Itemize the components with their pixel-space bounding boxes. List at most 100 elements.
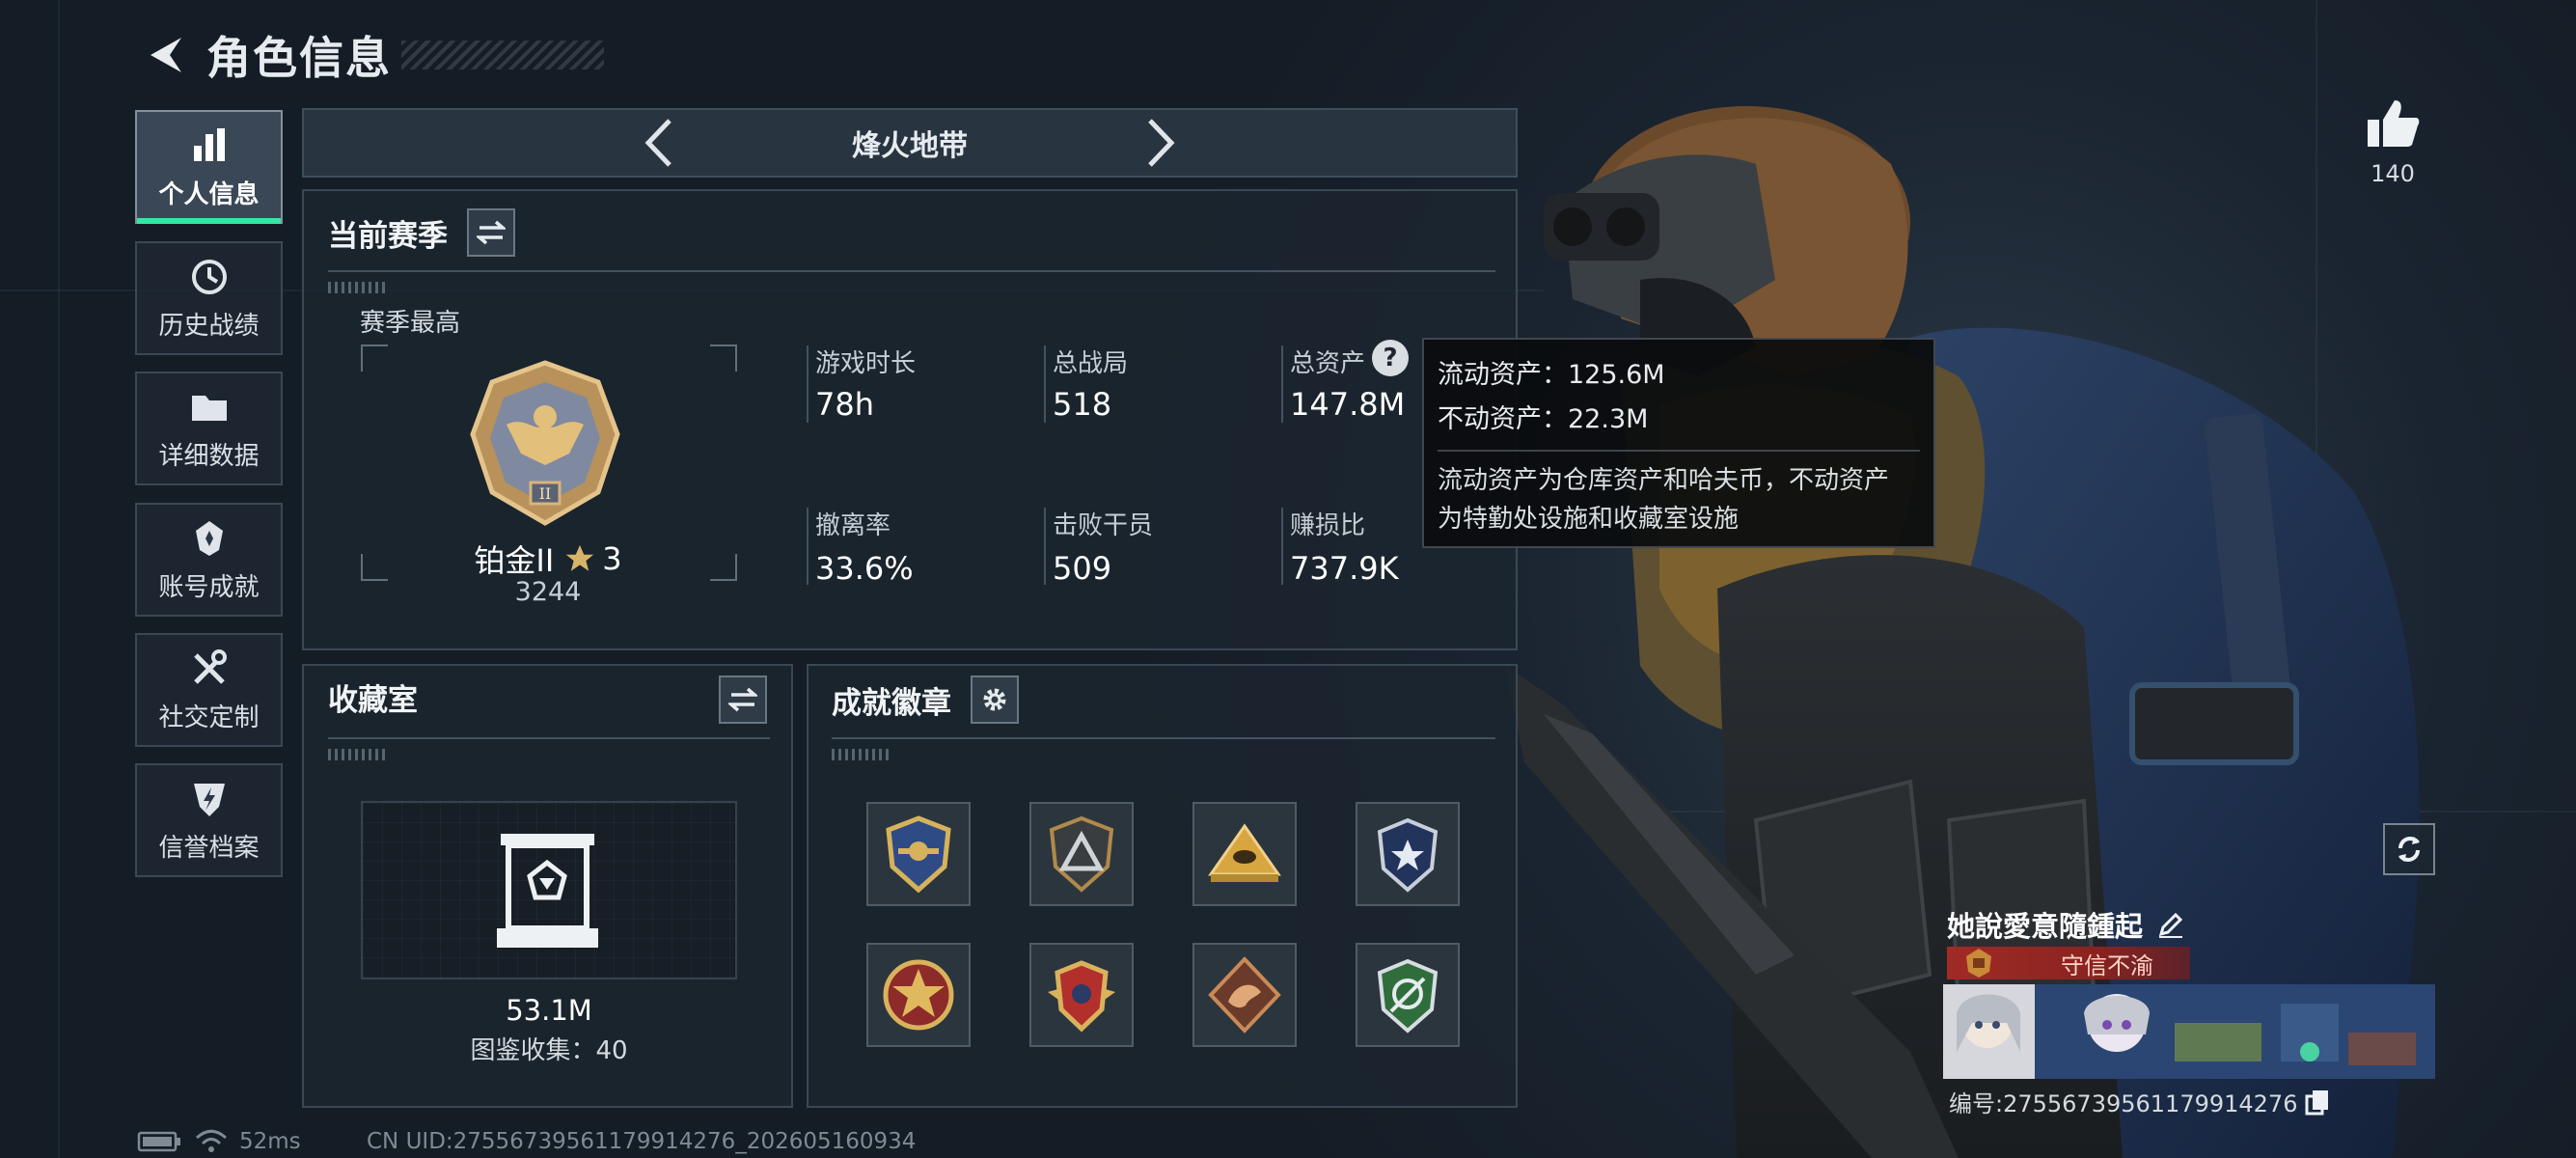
player-id-row: 编号:2755673956117991427​6 — [1949, 1085, 2330, 1118]
star-icon — [566, 544, 594, 571]
tab-label: 个人信息 — [158, 179, 260, 209]
triangle-shield-icon — [1049, 815, 1114, 893]
collection-title: 收藏室 — [328, 683, 418, 718]
title-badge: 守信不渝 — [1947, 947, 2190, 979]
badges-header: 成就徽章 — [832, 676, 1019, 724]
tooltip-divider — [1438, 450, 1920, 452]
back-button[interactable] — [135, 26, 193, 84]
stat-bar — [807, 345, 808, 423]
stat-label: 撤离率 — [815, 511, 891, 540]
player-name: 她說愛意隨鍾起 — [1947, 910, 2144, 943]
tab-history[interactable]: 历史战绩 — [135, 241, 283, 355]
stat-value: 78h — [815, 386, 874, 423]
copy-icon[interactable] — [2305, 1089, 2330, 1116]
display-case-icon — [497, 834, 598, 948]
tab-label: 社交定制 — [158, 703, 260, 732]
rank-emblem-icon: II — [470, 360, 620, 526]
badge-slot[interactable] — [1356, 943, 1460, 1047]
folder-icon — [191, 395, 227, 421]
divider — [832, 737, 1495, 739]
season-header: 当前赛季 — [328, 208, 515, 257]
mode-title: 烽火地带 — [852, 129, 968, 163]
stat-value: 509 — [1053, 550, 1112, 587]
stat-label: 击败干员 — [1053, 511, 1154, 540]
badges-settings-button[interactable] — [971, 676, 1019, 724]
badge-slot[interactable] — [866, 802, 971, 906]
badge-slot[interactable] — [1029, 802, 1134, 906]
chevron-right-icon — [1148, 119, 1175, 167]
status-bar: 52ms — [137, 1129, 301, 1154]
history-icon — [191, 259, 227, 294]
refresh-icon — [2398, 837, 2420, 862]
decoration-ticks — [832, 749, 890, 760]
decoration-ticks — [328, 282, 386, 293]
player-name-row: 她說愛意隨鍾起 — [1947, 904, 2185, 945]
tab-credit-record[interactable]: 信誉档案 — [135, 763, 283, 877]
title-decoration — [401, 41, 604, 69]
bar-chart-icon — [193, 127, 225, 161]
dragon-icon — [1208, 956, 1281, 1034]
rank-name: 铂金II — [474, 542, 555, 579]
stat-bar — [1044, 508, 1046, 585]
profile-banner[interactable] — [1943, 984, 2435, 1079]
page-title: 角色信息 — [206, 32, 392, 84]
rank-line: 铂金II 3 — [360, 537, 736, 581]
badge-slot[interactable] — [1192, 943, 1297, 1047]
collection-header: 收藏室 — [328, 676, 418, 719]
uid-text: CN UID:27556739561179914276_202605160934 — [367, 1129, 917, 1154]
ping-text: 52ms — [239, 1129, 301, 1154]
tab-label: 账号成就 — [158, 572, 260, 602]
player-id: 编号:2755673956117991427​6 — [1949, 1090, 2298, 1117]
bg-grid-line — [58, 0, 60, 1158]
tab-detailed-data[interactable]: 详细数据 — [135, 372, 283, 485]
stat-bar — [1281, 345, 1283, 423]
stat-bar — [807, 508, 808, 585]
badges-title: 成就徽章 — [832, 685, 951, 721]
stat-label: 赚损比 — [1290, 511, 1366, 540]
title-emblem-icon — [1966, 949, 1991, 978]
badge-slot[interactable] — [1356, 802, 1460, 906]
help-icon[interactable]: ? — [1372, 340, 1409, 376]
tab-personal-info[interactable]: 个人信息 — [135, 110, 283, 224]
achievement-icon — [195, 520, 223, 556]
tab-label: 详细数据 — [158, 441, 260, 471]
back-arrow-icon — [151, 38, 181, 72]
shield-crest-icon — [886, 815, 951, 894]
stat-value: 518 — [1053, 386, 1112, 423]
wifi-icon — [195, 1129, 228, 1152]
decoration-ticks — [328, 749, 386, 760]
battery-icon — [137, 1131, 180, 1152]
title-badge-text: 守信不渝 — [2061, 951, 2153, 979]
collection-count: 图鉴收集：40 — [470, 1036, 628, 1065]
collection-switch-button[interactable] — [719, 676, 767, 724]
stat-label: 总资产 — [1290, 349, 1366, 378]
tab-account-achievements[interactable]: 账号成就 — [135, 503, 283, 617]
svg-text:II: II — [539, 484, 552, 503]
winged-crest-icon — [1048, 960, 1115, 1033]
stat-bar — [1281, 508, 1283, 585]
gear-icon — [983, 688, 1006, 711]
tooltip-liquid: 流动资产：125.6M — [1438, 360, 1665, 390]
credit-icon — [193, 783, 225, 816]
refresh-button[interactable] — [2383, 823, 2435, 875]
like-widget[interactable]: 140 — [2349, 96, 2436, 187]
mode-selector: 烽火地带 — [302, 108, 1518, 178]
tab-social-custom[interactable]: 社交定制 — [135, 633, 283, 747]
swap-icon — [477, 220, 506, 245]
badge-slot[interactable] — [1029, 943, 1134, 1047]
collection-value: 53.1M — [506, 994, 592, 1027]
mode-next-button[interactable] — [1132, 114, 1190, 172]
season-best-label: 赛季最高 — [360, 309, 461, 338]
chevron-left-icon — [644, 119, 671, 167]
tools-icon — [193, 648, 227, 684]
badge-slot[interactable] — [1192, 802, 1297, 906]
badge-slot[interactable] — [866, 943, 971, 1047]
divider — [328, 270, 1495, 272]
rank-points: 3244 — [514, 577, 582, 607]
green-shield-icon — [1377, 958, 1439, 1034]
tooltip-fixed: 不动资产：22.3M — [1438, 404, 1649, 434]
mode-prev-button[interactable] — [630, 114, 688, 172]
season-switch-button[interactable] — [467, 208, 515, 257]
edit-icon[interactable] — [2156, 910, 2185, 939]
rank-stars: 3 — [602, 540, 622, 577]
